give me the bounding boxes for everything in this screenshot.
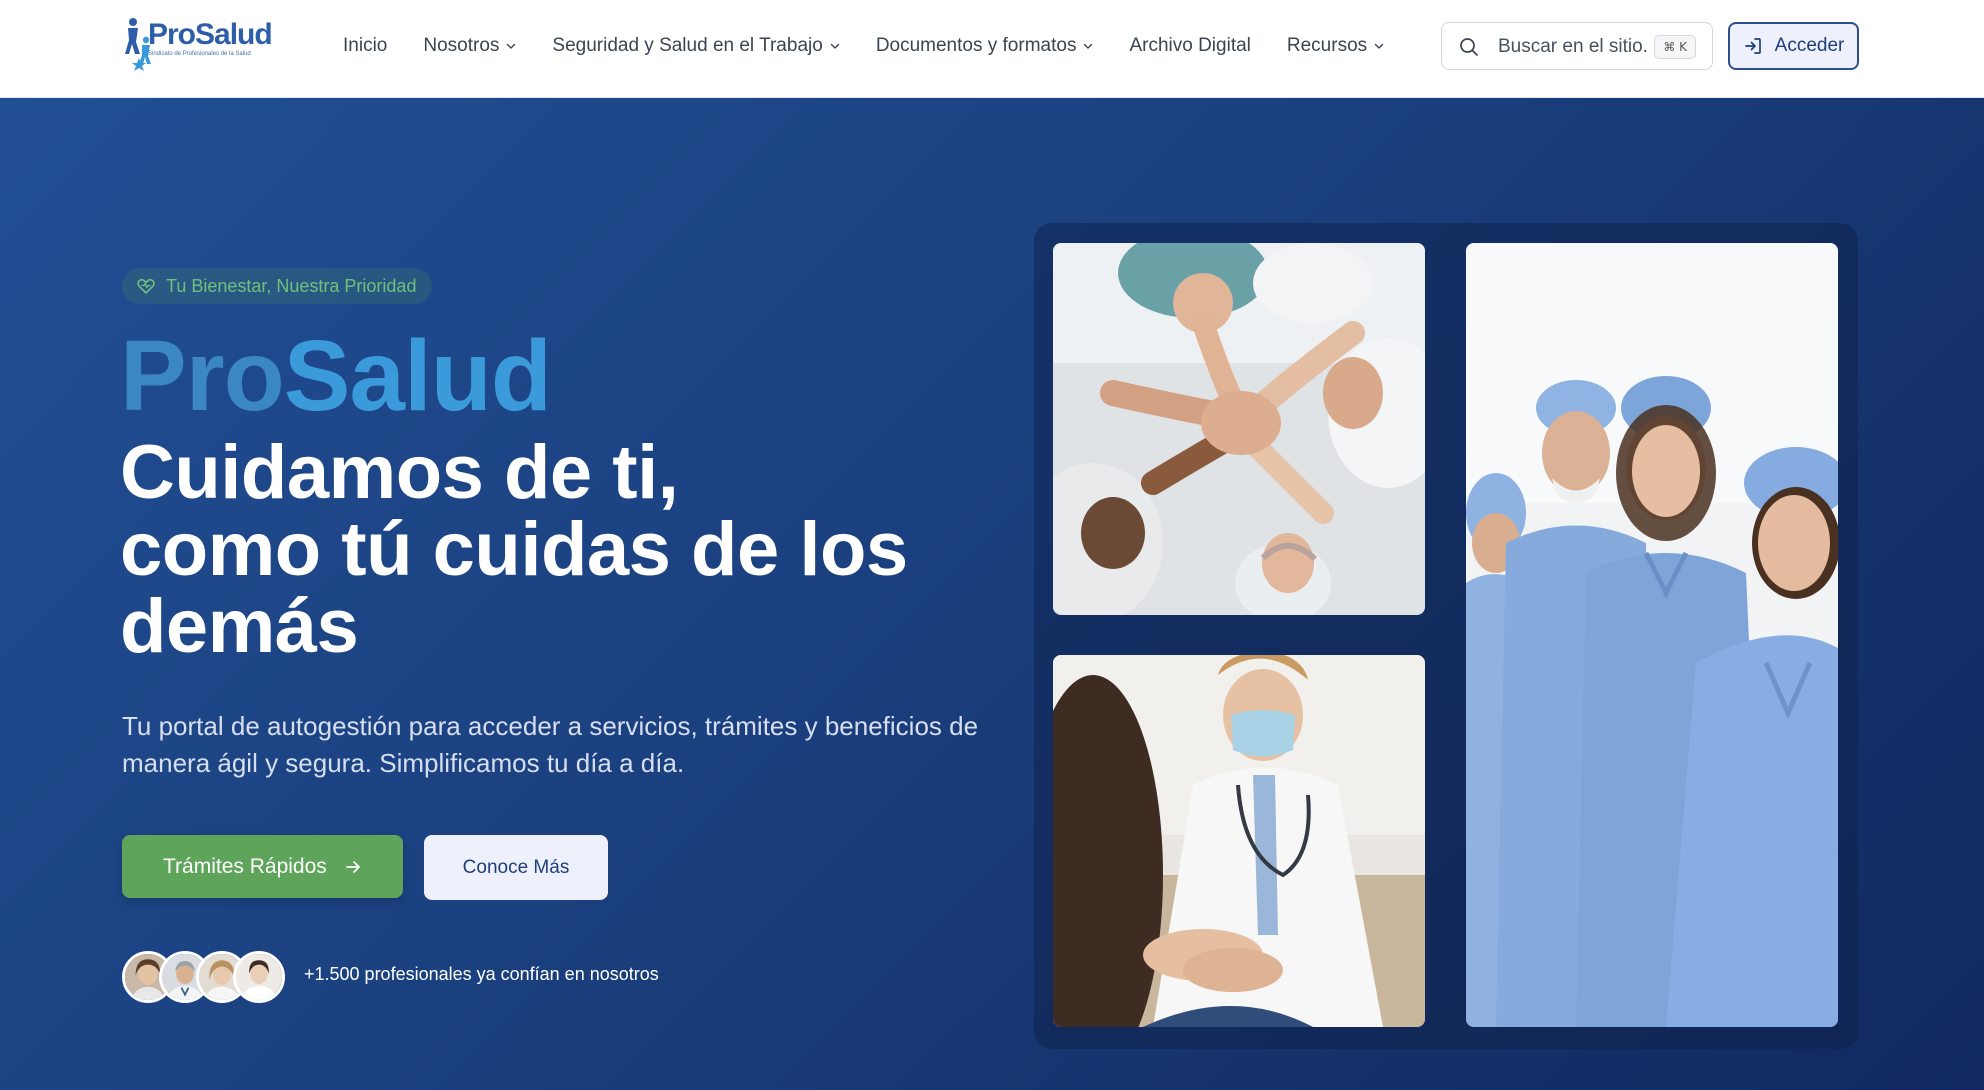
hero-subtext: Tu portal de autogestión para acceder a …: [122, 711, 979, 778]
arrow-right-icon: [346, 861, 360, 873]
conoce-mas-label: Conoce Más: [462, 856, 570, 878]
hero-brand-title: ProSalud: [120, 320, 552, 432]
site-search[interactable]: ⌘ K: [1441, 22, 1713, 70]
conoce-mas-button[interactable]: Conoce Más: [424, 835, 608, 900]
headline-line: como tú cuidas de los: [120, 507, 908, 592]
tramites-rapidos-label: Trámites Rápidos: [163, 854, 327, 878]
nav-item-label: Inicio: [343, 35, 388, 56]
priority-badge-text: Tu Bienestar, Nuestra Prioridad: [166, 275, 417, 296]
main-nav: Inicio Nosotros Seguridad y Salud en el …: [343, 0, 1420, 92]
priority-badge: Tu Bienestar, Nuestra Prioridad: [122, 268, 433, 304]
nav-item-nosotros[interactable]: Nosotros: [423, 35, 516, 57]
avatar-stack: [122, 951, 290, 1003]
search-input[interactable]: [1498, 33, 1648, 61]
nav-item-documentos[interactable]: Documentos y formatos: [876, 35, 1094, 57]
team-hands-photo: [1053, 243, 1425, 615]
social-proof-text: +1.500 profesionales ya confían en nosot…: [304, 964, 659, 984]
login-arrow-icon: [1744, 38, 1761, 54]
login-button[interactable]: Acceder: [1728, 22, 1859, 70]
nav-item-label: Recursos: [1286, 35, 1368, 56]
nav-item-label: Nosotros: [423, 35, 500, 56]
brand-salud: Salud: [283, 320, 552, 432]
nav-item-label: Archivo Digital: [1129, 35, 1251, 56]
search-icon: [1460, 38, 1478, 56]
hero-section: Tu Bienestar, Nuestra Prioridad ProSalud…: [0, 98, 1984, 1090]
avatar: [233, 951, 285, 1003]
nav-item-label: Documentos y formatos: [875, 35, 1077, 56]
heart-icon: [137, 278, 155, 294]
nav-item-inicio[interactable]: Inicio: [343, 35, 387, 57]
site-header: ProSalud Sindicato de Profesionales de l…: [0, 0, 1984, 98]
headline-line: Cuidamos de ti,: [120, 430, 679, 515]
nav-item-label: Seguridad y Salud en el Trabajo: [552, 35, 823, 56]
logo-wordmark: ProSalud: [148, 18, 273, 51]
chevron-down-icon: [1374, 43, 1384, 49]
hero-image-gallery: [1034, 223, 1858, 1049]
logo-tagline: Sindicato de Profesionales de la Salud: [148, 51, 251, 57]
medical-staff-group-photo: [1466, 243, 1838, 1027]
prosalud-logo[interactable]: ProSalud Sindicato de Profesionales de l…: [124, 14, 273, 74]
brand-pro: Pro: [120, 320, 285, 432]
hero-headline: Cuidamos de ti, como tú cuidas de los de…: [120, 434, 980, 665]
login-button-label: Acceder: [1774, 35, 1845, 56]
chevron-down-icon: [507, 43, 516, 49]
doctor-patient-photo: [1053, 655, 1425, 1027]
nav-item-seguridad-salud[interactable]: Seguridad y Salud en el Trabajo: [552, 35, 840, 57]
chevron-down-icon: [1084, 43, 1093, 49]
chevron-down-icon: [830, 43, 840, 49]
nav-item-recursos[interactable]: Recursos: [1287, 35, 1384, 57]
nav-item-archivo-digital[interactable]: Archivo Digital: [1129, 35, 1250, 57]
headline-line: demás: [120, 584, 359, 669]
tramites-rapidos-button[interactable]: Trámites Rápidos: [122, 835, 403, 898]
search-shortcut-badge: ⌘ K: [1654, 35, 1696, 59]
